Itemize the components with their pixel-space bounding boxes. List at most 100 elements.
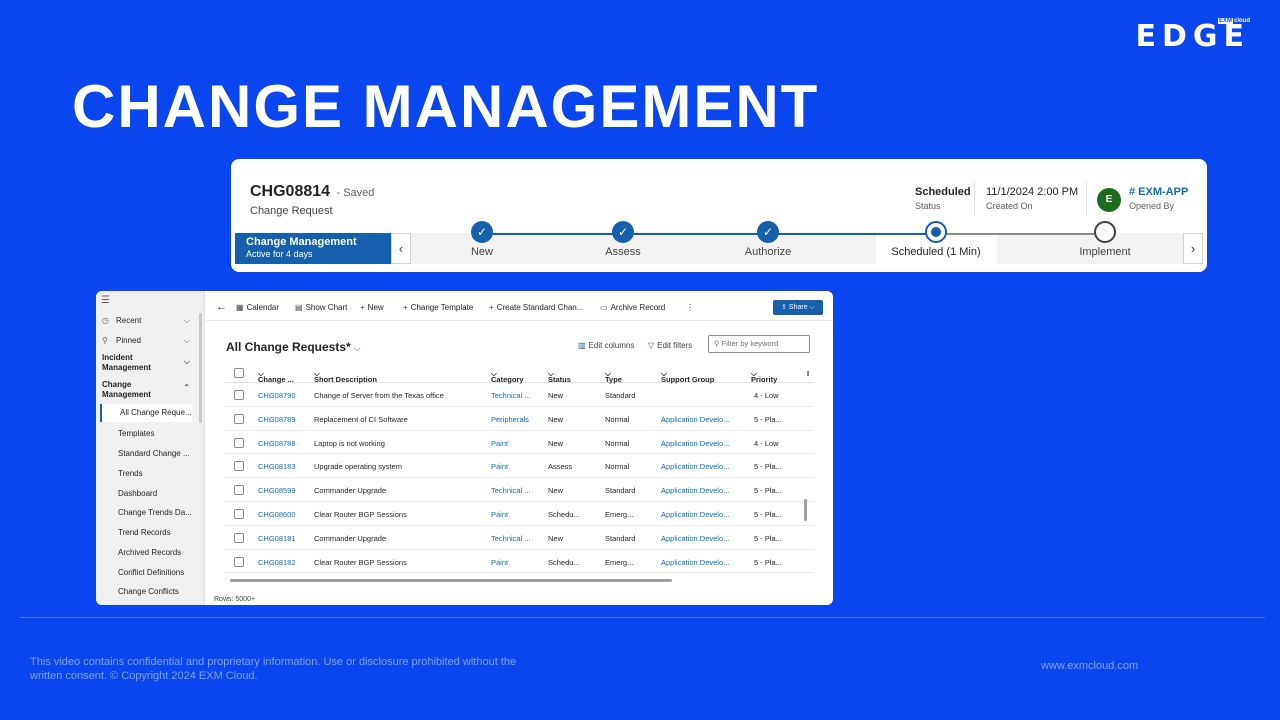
table-row[interactable]: CHG08182 Clear Router BGP Sessions Paint Sc…: [224, 550, 814, 574]
column-header-support-group[interactable]: Support Group ⌵: [661, 369, 714, 384]
more-commands-icon[interactable]: ⋮: [686, 303, 694, 312]
row-checkbox[interactable]: [234, 413, 244, 424]
cell-support-group[interactable]: Application Develo...: [661, 486, 729, 495]
cell-change-number[interactable]: CHG08790: [258, 391, 296, 400]
table-row[interactable]: CHG08790 Change of Server from the Texas …: [224, 383, 814, 407]
stage-label: New: [470, 246, 493, 258]
cell-support-group[interactable]: Application Develo...: [661, 462, 729, 471]
table-row[interactable]: CHG08183 Upgrade operating system Paint Ass…: [224, 454, 814, 479]
sidebar-item-standard-change[interactable]: Standard Change ...: [118, 449, 198, 458]
column-header-priority[interactable]: Priority ⌵: [751, 369, 777, 384]
sidebar-item-all-change-requests[interactable]: All Change Reque...: [96, 404, 196, 422]
row-checkbox[interactable]: [234, 437, 244, 448]
select-all-checkbox[interactable]: [234, 368, 244, 378]
logo-main: EDGE: [1135, 19, 1250, 54]
share-button[interactable]: ⇪ Share ⌵: [773, 300, 823, 315]
column-header-change[interactable]: Change ... ⌵: [258, 369, 294, 384]
cell-category[interactable]: Paint: [491, 558, 508, 567]
bpf-active-stage-flyout[interactable]: Change Management Active for 4 days: [235, 233, 391, 264]
cell-change-number[interactable]: CHG08599: [258, 486, 296, 495]
sidebar-item-dashboard[interactable]: Dashboard: [118, 489, 198, 498]
sidebar-item-templates[interactable]: Templates: [118, 429, 198, 438]
change-template-button[interactable]: + Change Template: [403, 303, 473, 312]
sidebar-label: Pinned: [116, 336, 141, 345]
sidebar-scrollbar[interactable]: [199, 313, 202, 423]
cell-support-group[interactable]: Application Develo...: [661, 534, 729, 543]
new-button[interactable]: + New: [360, 303, 384, 312]
back-arrow-icon[interactable]: ←: [216, 301, 227, 313]
table-row[interactable]: CHG08788 Laptop is not working Paint New Nor…: [224, 431, 814, 455]
sidebar-group-change-management[interactable]: Change Management ⌃: [102, 380, 190, 400]
row-checkbox[interactable]: [234, 485, 244, 496]
cell-change-number[interactable]: CHG08600: [258, 510, 296, 519]
created-on-label: Created On: [986, 201, 1033, 211]
cell-support-group[interactable]: Application Develo...: [661, 510, 729, 519]
table-row[interactable]: CHG08600 Clear Router BGP Sessions Paint Sc…: [224, 502, 814, 526]
sidebar-item-trends[interactable]: Trends: [118, 469, 198, 478]
cell-change-number[interactable]: CHG08789: [258, 415, 296, 424]
status-label: Status: [915, 201, 941, 211]
keyword-filter-input[interactable]: ⚲ Filter by keyword: [708, 335, 810, 353]
cell-short-description: Upgrade operating system: [314, 462, 402, 472]
table-row[interactable]: CHG08181 Commander Upgrade Technical ... Ne…: [224, 526, 814, 550]
cell-change-number[interactable]: CHG08788: [258, 439, 296, 448]
column-header-category[interactable]: Category ⌵: [491, 369, 524, 384]
cell-category[interactable]: Paint: [491, 439, 508, 448]
row-checkbox[interactable]: [234, 532, 244, 543]
avatar[interactable]: E: [1097, 188, 1121, 212]
column-header-more[interactable]: I: [807, 369, 809, 378]
show-chart-button[interactable]: ▤ Show Chart: [295, 303, 347, 312]
sidebar-item-recent[interactable]: ◷ Recent ⌵: [102, 316, 190, 325]
cell-category[interactable]: Technical ...: [491, 486, 531, 495]
sidebar-item-archived-records[interactable]: Archived Records: [118, 548, 198, 557]
opened-by-value[interactable]: # EXM-APP: [1129, 186, 1188, 198]
sidebar-item-pinned[interactable]: ⚲ Pinned ⌵: [102, 336, 190, 345]
table-row[interactable]: CHG08599 Commander Upgrade Technical ... Ne…: [224, 478, 814, 502]
sidebar-item-trend-records[interactable]: Trend Records: [118, 528, 198, 537]
bpf-prev-button[interactable]: ‹: [391, 233, 411, 264]
sidebar-item-change-conflicts[interactable]: Change Conflicts: [118, 587, 198, 596]
cell-category[interactable]: Technical ...: [491, 534, 531, 543]
cell-change-number[interactable]: CHG08181: [258, 534, 296, 543]
column-header-type[interactable]: Type ⌵: [605, 369, 622, 384]
cell-category[interactable]: Peripherals: [491, 415, 529, 424]
bpf-stage-new[interactable]: ✓ New: [412, 221, 552, 258]
sidebar-item-change-trends-dashboard[interactable]: Change Trends Da...: [118, 508, 198, 517]
table-row[interactable]: CHG08789 Replacement of CI Software Periph…: [224, 407, 814, 431]
cell-change-number[interactable]: CHG08182: [258, 558, 296, 567]
hamburger-menu-icon[interactable]: ☰: [101, 295, 110, 306]
chevron-down-icon: ⌵: [183, 336, 190, 345]
chevron-down-icon: ⌵: [183, 357, 190, 366]
bpf-stage-implement[interactable]: Implement: [1035, 221, 1175, 258]
grid-horizontal-scrollbar[interactable]: [230, 579, 672, 582]
cell-category[interactable]: Paint: [491, 510, 508, 519]
chart-icon: ▤: [295, 303, 303, 312]
create-standard-change-button[interactable]: + Create Standard Chan...: [489, 303, 583, 312]
bpf-stage-scheduled[interactable]: Scheduled (1 Min): [866, 221, 1006, 258]
cell-support-group[interactable]: Application Develo...: [661, 558, 729, 567]
column-header-short-description[interactable]: Short Description ⌵: [314, 369, 377, 384]
row-checkbox[interactable]: [234, 556, 244, 567]
bpf-stage-assess[interactable]: ✓ Assess: [553, 221, 693, 258]
cell-support-group[interactable]: Application Develo...: [661, 439, 729, 448]
archive-record-button[interactable]: ▭ Archive Record: [600, 303, 665, 312]
cell-category[interactable]: Paint: [491, 462, 508, 471]
row-checkbox[interactable]: [234, 390, 244, 400]
bpf-stage-authorize[interactable]: ✓ Authorize: [698, 221, 838, 258]
calendar-button[interactable]: ▦ Calendar: [236, 303, 279, 312]
column-header-status[interactable]: Status ⌵: [548, 369, 571, 384]
view-selector[interactable]: All Change Requests* ⌵: [226, 340, 361, 354]
sidebar-group-incident-management[interactable]: Incident Management ⌵: [102, 353, 190, 373]
footer-website[interactable]: www.exmcloud.com: [1041, 660, 1138, 672]
row-checkbox[interactable]: [234, 508, 244, 519]
edit-filters-button[interactable]: ▽ Edit filters: [648, 341, 692, 350]
cell-change-number[interactable]: CHG08183: [258, 462, 296, 471]
bpf-process-name: Change Management: [246, 236, 357, 248]
sidebar-item-conflict-definitions[interactable]: Conflict Definitions: [118, 568, 198, 577]
bpf-next-button[interactable]: ›: [1183, 233, 1203, 264]
cell-support-group[interactable]: Application Develo...: [661, 415, 729, 424]
edit-columns-button[interactable]: ▥ Edit columns: [578, 341, 634, 350]
row-checkbox[interactable]: [234, 461, 244, 472]
cell-category[interactable]: Technical ...: [491, 391, 531, 400]
grid-vertical-scrollbar[interactable]: [804, 499, 807, 521]
